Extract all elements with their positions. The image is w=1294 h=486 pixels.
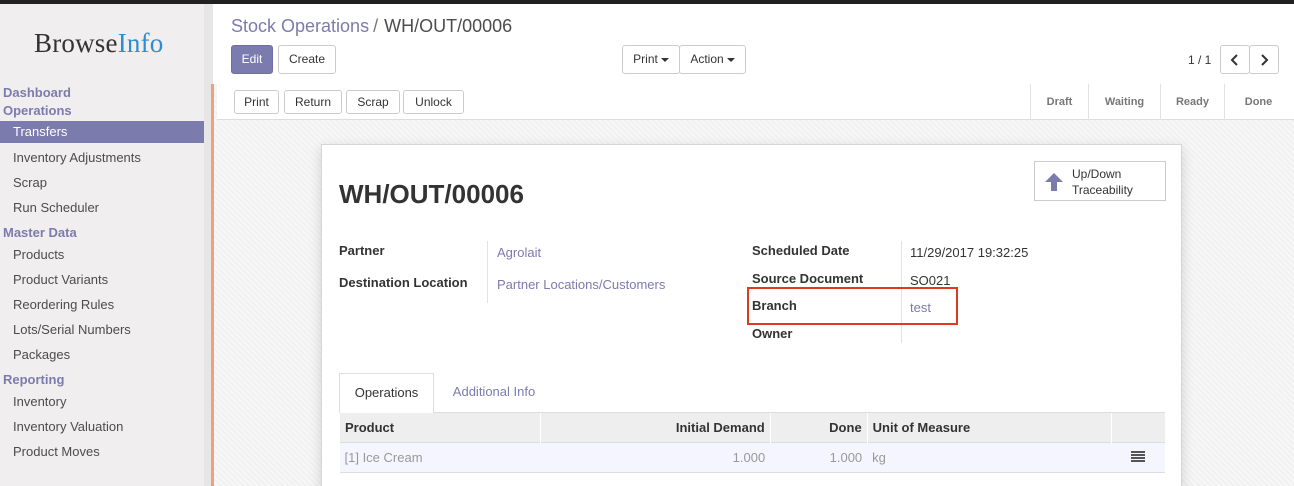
operations-table: Product Initial Demand Done Unit of Meas… (339, 413, 1165, 473)
unlock-button[interactable]: Unlock (403, 90, 464, 114)
breadcrumb-current: WH/OUT/00006 (384, 16, 513, 36)
stage-draft[interactable]: Draft (1030, 84, 1088, 120)
scheduled-date-label: Scheduled Date (752, 243, 850, 258)
stage-done[interactable]: Done (1224, 84, 1292, 120)
breadcrumb: Stock Operations / WH/OUT/00006 (231, 16, 512, 37)
logo-text-a: Browse (34, 28, 118, 58)
action-dropdown[interactable]: Action (679, 45, 746, 74)
sidebar-item-run-scheduler[interactable]: Run Scheduler (0, 195, 204, 220)
partner-label: Partner (339, 243, 385, 258)
sidebar-item-inventory-adjustments[interactable]: Inventory Adjustments (0, 145, 204, 170)
scrap-button[interactable]: Scrap (346, 90, 400, 114)
tab-operations[interactable]: Operations (339, 373, 434, 414)
caret-down-icon (660, 57, 669, 62)
destination-location-value[interactable]: Partner Locations/Customers (497, 277, 665, 292)
traceability-button[interactable]: Up/Down Traceability (1034, 161, 1166, 201)
source-document-value: SO021 (910, 273, 951, 288)
statusbar: Print Return Scrap Unlock Draft Waiting … (217, 84, 1294, 120)
cell-done: 1.000 (770, 441, 868, 473)
column-initial-demand[interactable]: Initial Demand (539, 413, 771, 442)
print-dropdown[interactable]: Print (622, 45, 680, 74)
pager-value[interactable]: 1 / 1 (1188, 53, 1211, 67)
cell-details[interactable] (1111, 441, 1165, 473)
cell-product: [1] Ice Cream (339, 441, 541, 473)
sidebar-item-lots-serial-numbers[interactable]: Lots/Serial Numbers (0, 317, 204, 342)
arrow-up-icon (1045, 173, 1063, 191)
sidebar-item-product-moves[interactable]: Product Moves (0, 439, 204, 464)
sidebar-menu: Dashboard Operations Transfers Inventory… (0, 84, 204, 464)
record-title: WH/OUT/00006 (339, 179, 524, 209)
breadcrumb-parent[interactable]: Stock Operations (231, 16, 369, 36)
column-unit-of-measure[interactable]: Unit of Measure (866, 413, 1111, 442)
sidebar-section-operations: Operations (3, 103, 72, 118)
sidebar-item-inventory[interactable]: Inventory (0, 389, 204, 414)
owner-label: Owner (752, 326, 793, 341)
column-done[interactable]: Done (769, 413, 868, 442)
edit-button[interactable]: Edit (231, 45, 273, 74)
chevron-right-icon (1261, 54, 1269, 66)
partner-value[interactable]: Agrolait (497, 245, 541, 260)
scheduled-date-value: 11/29/2017 19:32:25 (910, 245, 1029, 260)
sidebar-item-product-variants[interactable]: Product Variants (0, 267, 204, 292)
action-dropdown-label: Action (690, 52, 724, 66)
logo-text-b: Info (117, 28, 164, 58)
source-document-label: Source Document (752, 271, 864, 286)
stage-ready[interactable]: Ready (1160, 84, 1224, 120)
sidebar-item-transfers[interactable]: Transfers (0, 121, 204, 143)
cell-initial-demand: 1.000 (540, 441, 771, 473)
chevron-left-icon (1230, 54, 1238, 66)
tab-additional-info[interactable]: Additional Info (438, 373, 550, 413)
sidebar: BrowseInfo Dashboard Operations Transfer… (0, 4, 213, 486)
sidebar-section-reporting: Reporting (3, 372, 65, 387)
print-dropdown-label: Print (633, 52, 658, 66)
form-sheet: Up/Down Traceability WH/OUT/00006 Partner… (321, 144, 1182, 486)
column-product[interactable]: Product (339, 413, 541, 442)
branch-highlight-box (747, 287, 958, 325)
sidebar-item-scrap[interactable]: Scrap (0, 170, 204, 195)
browseinfo-logo[interactable]: BrowseInfo (34, 28, 164, 59)
return-button[interactable]: Return (284, 90, 342, 114)
sidebar-item-inventory-valuation[interactable]: Inventory Valuation (0, 414, 204, 439)
control-panel: Stock Operations / WH/OUT/00006 Edit Creat… (214, 4, 1294, 84)
traceability-label-line2: Traceability (1072, 183, 1133, 197)
destination-location-label: Destination Location (339, 275, 468, 290)
list-details-icon[interactable] (1131, 450, 1145, 462)
traceability-label-line1: Up/Down (1072, 167, 1122, 181)
pager-previous-button[interactable] (1220, 45, 1250, 74)
form-view: Print Return Scrap Unlock Draft Waiting … (211, 84, 1294, 486)
notebook-tabs: Operations Additional Info (339, 373, 1165, 414)
sidebar-item-reordering-rules[interactable]: Reordering Rules (0, 292, 204, 317)
column-actions (1110, 413, 1165, 442)
sidebar-section-master-data: Master Data (3, 225, 77, 240)
field-divider (487, 241, 488, 303)
pager-next-button[interactable] (1249, 45, 1279, 74)
sidebar-item-products[interactable]: Products (0, 242, 204, 267)
stage-waiting[interactable]: Waiting (1088, 84, 1160, 120)
caret-down-icon (726, 57, 735, 62)
cell-uom: kg (867, 441, 1111, 473)
breadcrumb-separator: / (373, 16, 379, 36)
create-button[interactable]: Create (278, 45, 336, 74)
table-row[interactable]: [1] Ice Cream 1.000 1.000 kg (339, 441, 1165, 473)
table-header-row: Product Initial Demand Done Unit of Meas… (339, 413, 1165, 442)
sidebar-section-dashboard[interactable]: Dashboard (0, 84, 204, 102)
print-button[interactable]: Print (234, 90, 279, 114)
sidebar-item-packages[interactable]: Packages (0, 342, 204, 367)
traceability-label: Up/Down Traceability (1072, 166, 1133, 198)
